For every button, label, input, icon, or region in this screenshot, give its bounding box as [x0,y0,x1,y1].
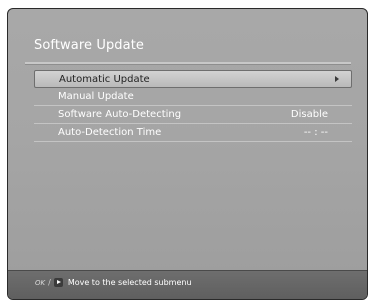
help-hint: OK / Move to the selected submenu [35,278,192,287]
help-hint-text: Move to the selected submenu [67,278,192,287]
menu-item-label: Automatic Update [59,74,150,85]
menu-item-software-auto-detecting[interactable]: Software Auto-Detecting Disable [34,106,352,124]
ok-key-icon: OK [35,278,46,287]
menu-item-value: -- : -- [303,127,328,138]
menu-item-label: Manual Update [58,91,134,102]
right-arrow-icon [335,76,339,82]
help-bar: OK / Move to the selected submenu [8,270,367,299]
menu-item-manual-update[interactable]: Manual Update [34,88,352,106]
software-update-screen: Software Update Automatic Update Manual … [7,8,368,300]
menu-item-automatic-update[interactable]: Automatic Update [34,70,352,88]
menu-item-auto-detection-time[interactable]: Auto-Detection Time -- : -- [34,124,352,142]
menu-item-label: Software Auto-Detecting [58,109,182,120]
right-key-icon [53,278,63,287]
software-update-menu: Automatic Update Manual Update Software … [34,70,352,142]
menu-item-label: Auto-Detection Time [58,127,162,138]
menu-item-value: Disable [290,109,328,120]
top-strip [0,0,371,8]
key-separator: / [48,278,51,287]
page-title: Software Update [34,38,145,53]
title-divider [25,62,351,65]
